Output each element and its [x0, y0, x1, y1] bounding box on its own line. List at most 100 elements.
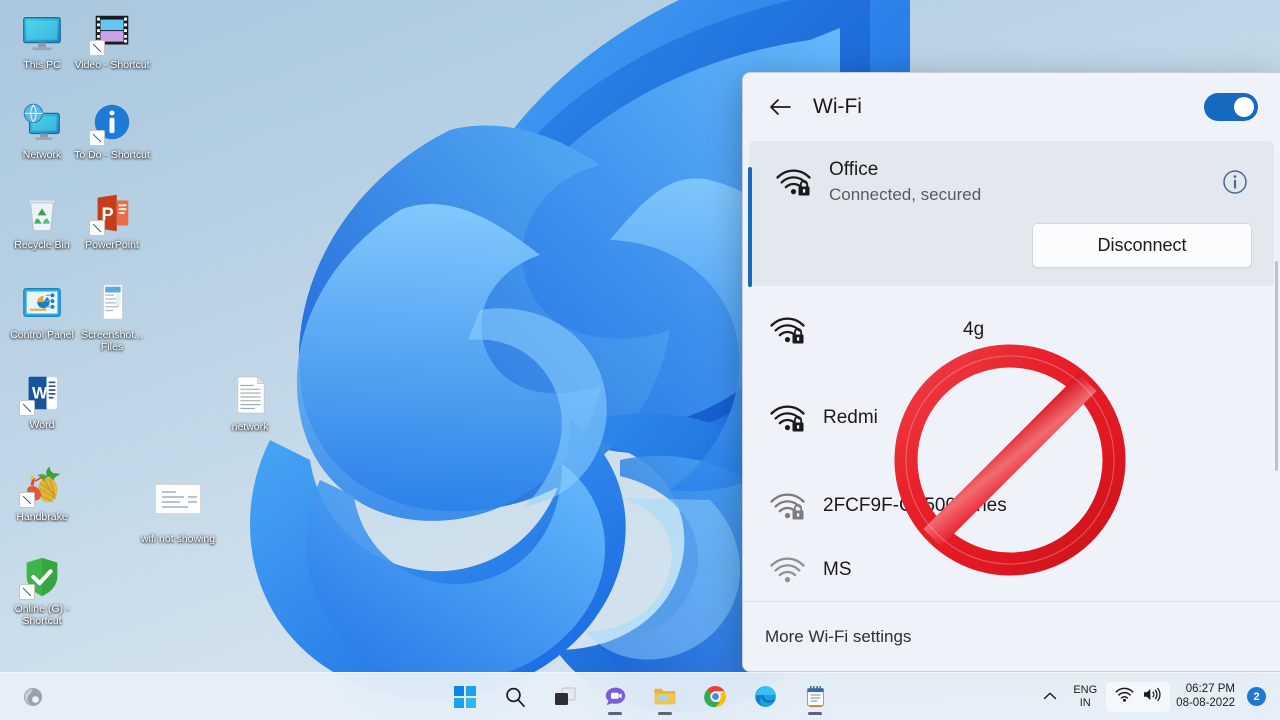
tray-time: 06:27 PM: [1185, 683, 1235, 695]
screenshot-file-icon: [89, 280, 135, 326]
network-row[interactable]: 2FCF9F-G3500series: [743, 462, 1280, 550]
wifi-secured-icon: [765, 313, 809, 347]
control-panel-icon: [19, 280, 65, 326]
desktop-icon-label: Recycle Bin: [14, 239, 70, 251]
desktop-icon-online-g-shortcut[interactable]: Online (G) - Shortcut: [4, 554, 80, 627]
desktop[interactable]: This PC Video - Shortcut Network To Do -…: [0, 0, 1280, 720]
network-icon: [19, 100, 65, 146]
desktop-icon-video-shortcut[interactable]: Video - Shortcut: [74, 10, 150, 71]
windows-logo-icon: [454, 685, 476, 708]
desktop-icon-label: Online (G) - Shortcut: [14, 603, 70, 627]
toggle-knob: [1234, 97, 1254, 117]
clock-button[interactable]: 06:27 PM 08-08-2022: [1172, 680, 1243, 713]
edge-button[interactable]: [745, 677, 785, 717]
shortcut-overlay-icon: [89, 130, 105, 146]
language-indicator[interactable]: ENG IN: [1066, 680, 1104, 713]
chrome-button[interactable]: [695, 677, 735, 717]
powerpoint-icon: P: [89, 190, 135, 236]
notification-badge[interactable]: 2: [1247, 687, 1266, 706]
notepad-icon: [805, 685, 826, 708]
taskbar-app-buttons[interactable]: [445, 677, 835, 717]
desktop-icon-network-document[interactable]: network: [212, 372, 288, 433]
network-row-text: MS: [823, 558, 1258, 582]
desktop-icon-wifi-not-showing-image[interactable]: wifi not showing: [140, 476, 216, 545]
language-primary: ENG: [1073, 684, 1098, 696]
desktop-icon-network[interactable]: Network: [4, 100, 80, 161]
wifi-flyout-panel[interactable]: Wi-Fi Office Connected, secured Disconne…: [742, 72, 1280, 672]
desktop-icon-control-panel[interactable]: Control Panel: [4, 280, 80, 341]
start-button[interactable]: [445, 677, 485, 717]
wifi-toggle-switch[interactable]: [1204, 93, 1258, 121]
tray-chevron-button[interactable]: [1036, 684, 1064, 710]
panel-scrollbar[interactable]: [1275, 261, 1278, 471]
shield-check-icon: [19, 554, 65, 600]
network-row-text: 2FCF9F-G3500series: [823, 494, 1258, 518]
desktop-icon-label: Network: [22, 149, 62, 161]
connected-network-card[interactable]: Office Connected, secured Disconnect: [748, 141, 1274, 287]
desktop-icon-label: Word: [29, 419, 55, 431]
speaker-icon: [1142, 687, 1161, 707]
desktop-icon-label: Handbrake: [16, 511, 68, 523]
word-icon: W: [19, 370, 65, 416]
network-list[interactable]: Office Connected, secured Disconnect 4g …: [743, 141, 1280, 601]
tray-date: 08-08-2022: [1176, 696, 1235, 709]
tray-quick-settings-button[interactable]: [1106, 681, 1171, 712]
file-explorer-button[interactable]: [645, 677, 685, 717]
desktop-icon-powerpoint[interactable]: P PowerPoint: [74, 190, 150, 251]
shortcut-overlay-icon: [19, 584, 35, 600]
search-button[interactable]: [495, 677, 535, 717]
shortcut-overlay-icon: [19, 400, 35, 416]
handbrake-icon: [19, 462, 65, 508]
edge-icon: [754, 685, 777, 708]
shortcut-overlay-icon: [89, 40, 105, 56]
taskbar[interactable]: ENG IN 06:27 PM 08-08-2022 2: [0, 672, 1280, 720]
disconnect-button[interactable]: Disconnect: [1032, 223, 1252, 268]
wifi-icon: [1115, 687, 1134, 707]
desktop-icon-to-do-shortcut[interactable]: To Do - Shortcut: [74, 100, 150, 161]
image-thumbnail-icon: [155, 484, 201, 530]
search-icon: [504, 686, 526, 708]
to-do-icon: [89, 100, 135, 146]
notepad-button[interactable]: [795, 677, 835, 717]
page-title: Wi-Fi: [813, 95, 862, 118]
back-arrow-icon[interactable]: [763, 90, 797, 124]
desktop-icon-label: This PC: [23, 59, 61, 71]
shortcut-overlay-icon: [89, 220, 105, 236]
task-view-button[interactable]: [545, 677, 585, 717]
recycle-bin-icon: [19, 190, 65, 236]
desktop-icon-recycle-bin[interactable]: Recycle Bin: [4, 190, 80, 251]
language-secondary: IN: [1079, 696, 1091, 709]
network-row[interactable]: MS: [743, 550, 1280, 590]
chat-teams-icon: [604, 686, 627, 708]
network-row-connected[interactable]: Office Connected, secured: [749, 141, 1274, 223]
chat-button[interactable]: [595, 677, 635, 717]
shortcut-overlay-icon: [19, 492, 35, 508]
desktop-icon-label: To Do - Shortcut: [74, 149, 150, 161]
task-view-icon: [554, 687, 576, 707]
network-name: Redmi: [823, 407, 878, 428]
system-tray[interactable]: ENG IN 06:27 PM 08-08-2022 2: [1036, 677, 1274, 717]
more-wifi-settings-row[interactable]: More Wi-Fi settings: [743, 601, 1280, 671]
network-name: 2FCF9F-G3500series: [823, 495, 1007, 516]
desktop-icon-word[interactable]: W Word: [4, 370, 80, 431]
desktop-icon-screenshot-files[interactable]: Screenshot... Files: [74, 280, 150, 353]
connected-network-text: Office Connected, secured: [829, 158, 1218, 206]
network-row[interactable]: Redmi: [743, 374, 1280, 462]
chrome-icon: [703, 685, 727, 708]
network-row[interactable]: 4g: [743, 286, 1280, 374]
chevron-up-icon: [1043, 688, 1057, 706]
folder-icon: [653, 686, 677, 707]
wifi-secured-icon: [771, 165, 815, 199]
desktop-icon-this-pc[interactable]: This PC: [4, 10, 80, 71]
wifi-panel-header: Wi-Fi: [743, 73, 1280, 141]
desktop-icon-label: Video - Shortcut: [74, 59, 150, 71]
desktop-icon-label: PowerPoint: [85, 239, 139, 251]
taskbar-watermark-logo: [22, 686, 44, 708]
desktop-icon-label: wifi not showing: [140, 533, 216, 545]
wifi-secured-icon: [765, 553, 809, 587]
desktop-icon-label: Control Panel: [10, 329, 74, 341]
wifi-secured-icon: [765, 401, 809, 435]
desktop-icon-handbrake[interactable]: Handbrake: [4, 462, 80, 523]
info-circle-icon[interactable]: [1218, 165, 1252, 199]
text-document-icon: [227, 372, 273, 418]
